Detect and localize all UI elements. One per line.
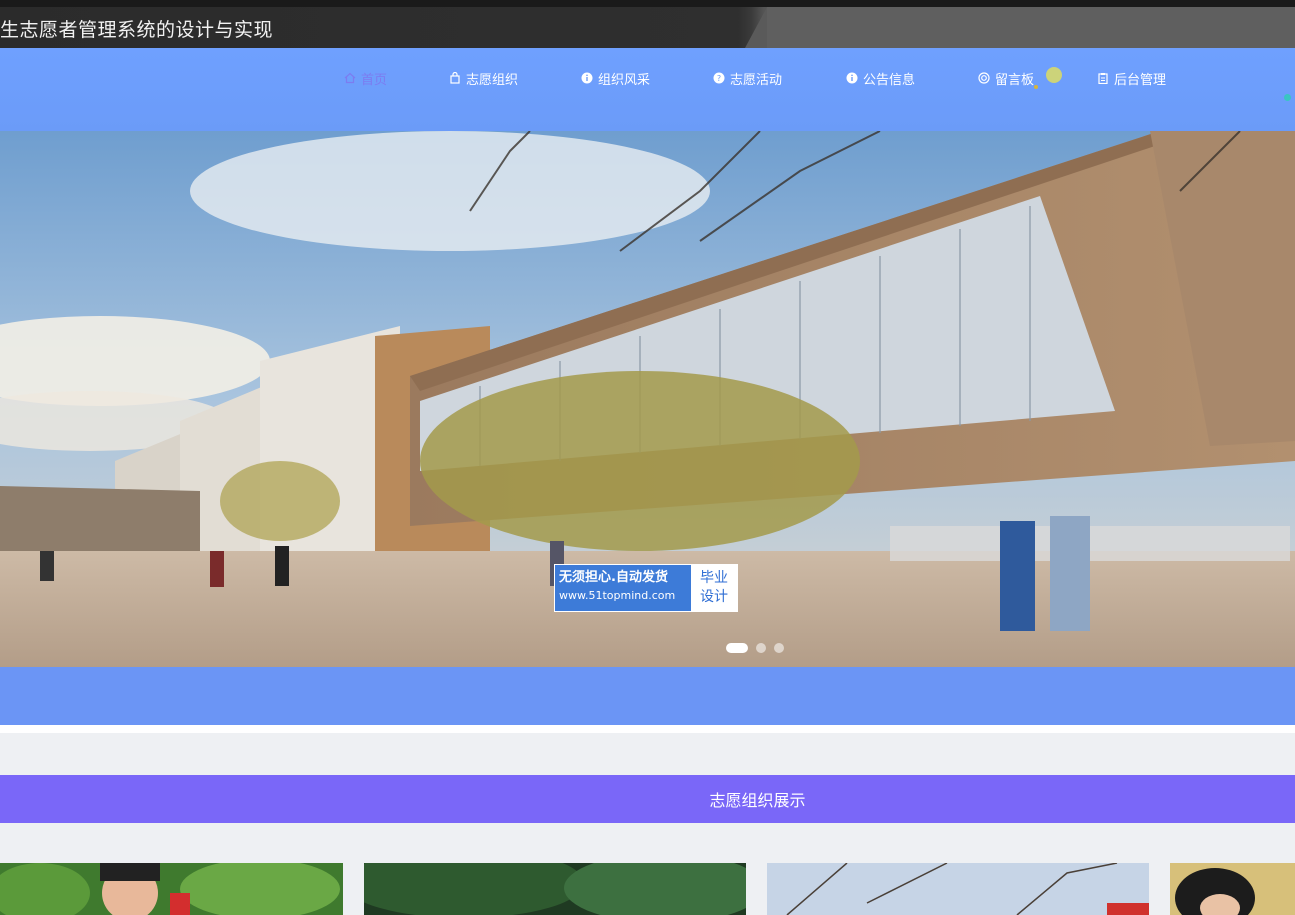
nav-label: 志愿活动 [730, 72, 783, 88]
nav-item-style[interactable]: 组织风采 [581, 68, 650, 88]
carousel-dot-2[interactable] [756, 643, 766, 653]
nav-item-organizations[interactable]: 志愿组织 [449, 68, 518, 88]
section-header: 志愿组织展示 [0, 775, 1295, 823]
nav-item-admin[interactable]: 后台管理 [1097, 68, 1166, 88]
top-strip [0, 0, 1295, 7]
info-circle-icon [846, 72, 858, 84]
watermark-line2: www.51topmind.com [559, 589, 676, 602]
watermark-tag-line2: 设计 [700, 589, 728, 605]
watermark-tag: 毕业 设计 [691, 565, 737, 611]
info-circle-icon [581, 72, 593, 84]
nav-item-announcements[interactable]: 公告信息 [846, 68, 915, 88]
site-title: 生志愿者管理系统的设计与实现 [0, 19, 274, 41]
nav-label: 后台管理 [1114, 72, 1167, 88]
watermark-badge: 无须担心.自动发货 www.51topmind.com 毕业 设计 [555, 565, 737, 611]
nav-label: 公告信息 [863, 72, 916, 88]
organization-photo [767, 863, 1149, 915]
divider-band [0, 725, 1295, 733]
organization-card[interactable] [767, 863, 1149, 915]
carousel-indicators [726, 643, 784, 653]
watermark-tag-line1: 毕业 [700, 570, 728, 586]
section-title: 志愿组织展示 [709, 791, 806, 810]
nav-label: 志愿组织 [466, 72, 519, 88]
organization-list [0, 863, 1295, 915]
nav-label: 组织风采 [598, 72, 651, 88]
organization-card[interactable] [364, 863, 746, 915]
carousel-dot-1[interactable] [726, 643, 748, 653]
decor-dot [1284, 94, 1291, 101]
hero-carousel[interactable]: 无须担心.自动发货 www.51topmind.com 毕业 设计 [0, 131, 1295, 667]
nav-item-activities[interactable]: ? 志愿活动 [713, 68, 782, 88]
nav-label: 首页 [361, 72, 388, 88]
organization-photo [1170, 863, 1295, 915]
clipboard-icon [1098, 73, 1108, 84]
main-nav: 首页 志愿组织 组织风采 ? 志愿活动 公告信息 留言板 后台管理 [0, 48, 1295, 131]
target-icon [978, 72, 990, 84]
nav-item-home[interactable]: 首页 [344, 68, 387, 88]
watermark-text: 无须担心.自动发货 www.51topmind.com [555, 565, 691, 611]
nav-item-message-board[interactable]: 留言板 [978, 68, 1034, 88]
title-bar: 生志愿者管理系统的设计与实现 [0, 7, 1295, 48]
organization-photo [0, 863, 343, 915]
bag-icon [450, 72, 460, 84]
help-circle-icon: ? [713, 72, 725, 84]
decor-dot [1046, 67, 1062, 83]
title-bar-slant [745, 7, 767, 48]
svg-text:?: ? [717, 74, 721, 83]
blue-band [0, 667, 1295, 725]
nav-label: 留言板 [995, 72, 1035, 88]
home-icon [344, 72, 356, 84]
organization-photo [364, 863, 746, 915]
title-bar-right [767, 7, 1295, 48]
carousel-dot-3[interactable] [774, 643, 784, 653]
decor-dot [1034, 85, 1038, 89]
organization-card[interactable] [1170, 863, 1295, 915]
watermark-line1: 无须担心.自动发货 [559, 570, 668, 585]
organization-card[interactable] [0, 863, 343, 915]
